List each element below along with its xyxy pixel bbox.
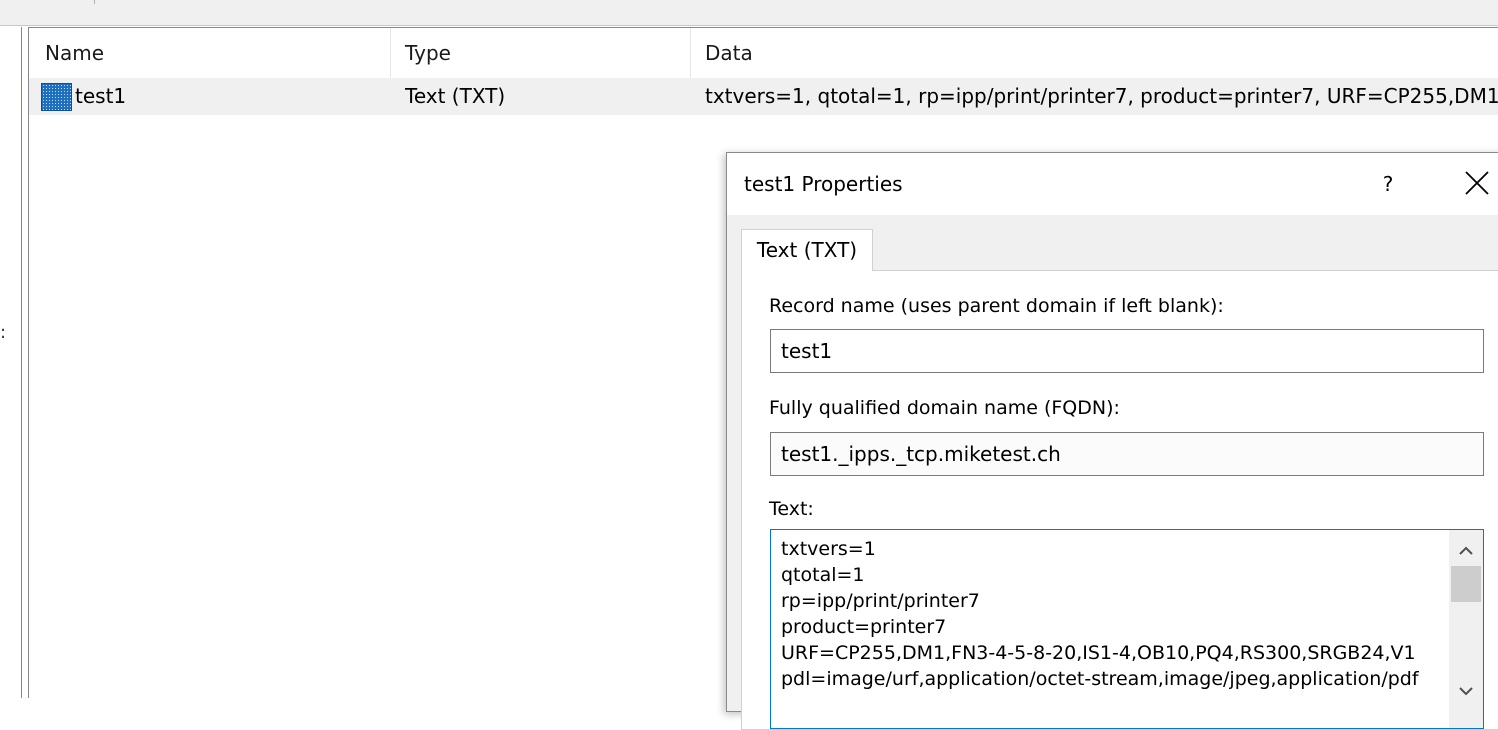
dns-record-icon — [41, 83, 72, 111]
text-line: pdl=image/urf,application/octet-stream,i… — [781, 668, 1419, 690]
list-header: Name Type Data — [29, 28, 1498, 78]
toolbar-divider — [94, 0, 95, 4]
top-toolbar-strip — [0, 0, 1498, 26]
text-line: qtotal=1 — [781, 564, 865, 586]
scroll-thumb[interactable] — [1451, 566, 1481, 602]
text-field-content: txtvers=1 qtotal=1 rp=ipp/print/printer7… — [781, 536, 1451, 692]
scroll-up-button[interactable] — [1449, 538, 1483, 562]
text-field[interactable]: txtvers=1 qtotal=1 rp=ipp/print/printer7… — [770, 529, 1484, 729]
column-header-data[interactable]: Data — [691, 28, 1498, 78]
chevron-down-icon — [1459, 687, 1473, 696]
record-name-field[interactable]: test1 — [770, 329, 1484, 373]
properties-dialog: test1 Properties ? Text (TXT) Record nam… — [726, 152, 1498, 730]
help-button[interactable]: ? — [1373, 167, 1403, 201]
dialog-titlebar[interactable]: test1 Properties ? — [727, 153, 1498, 215]
chevron-up-icon — [1459, 546, 1473, 555]
text-line: rp=ipp/print/printer7 — [781, 590, 980, 612]
close-icon — [1465, 171, 1489, 195]
fqdn-label: Fully qualified domain name (FQDN): — [769, 397, 1120, 419]
record-name-cell: test1 — [75, 84, 127, 108]
record-name-label: Record name (uses parent domain if left … — [769, 295, 1224, 317]
text-label: Text: — [769, 498, 814, 520]
record-type-cell: Text (TXT) — [405, 84, 506, 108]
tree-pane-fragment: : — [0, 322, 7, 343]
scroll-down-button[interactable] — [1449, 680, 1483, 704]
tab-text-txt[interactable]: Text (TXT) — [741, 229, 873, 271]
text-line: txtvers=1 — [781, 538, 876, 560]
text-scrollbar[interactable] — [1449, 530, 1483, 728]
column-header-name[interactable]: Name — [29, 28, 391, 78]
tree-pane[interactable]: : — [0, 27, 22, 698]
fqdn-field: test1._ipps._tcp.miketest.ch — [770, 432, 1484, 476]
dialog-title: test1 Properties — [744, 172, 903, 196]
text-line: product=printer7 — [781, 616, 947, 638]
table-row[interactable]: test1 Text (TXT) txtvers=1, qtotal=1, rp… — [29, 78, 1498, 115]
record-data-cell: txtvers=1, qtotal=1, rp=ipp/print/printe… — [705, 84, 1498, 108]
close-button[interactable] — [1459, 167, 1495, 201]
column-header-type[interactable]: Type — [391, 28, 691, 78]
text-line: URF=CP255,DM1,FN3-4-5-8-20,IS1-4,OB10,PQ… — [781, 642, 1416, 664]
